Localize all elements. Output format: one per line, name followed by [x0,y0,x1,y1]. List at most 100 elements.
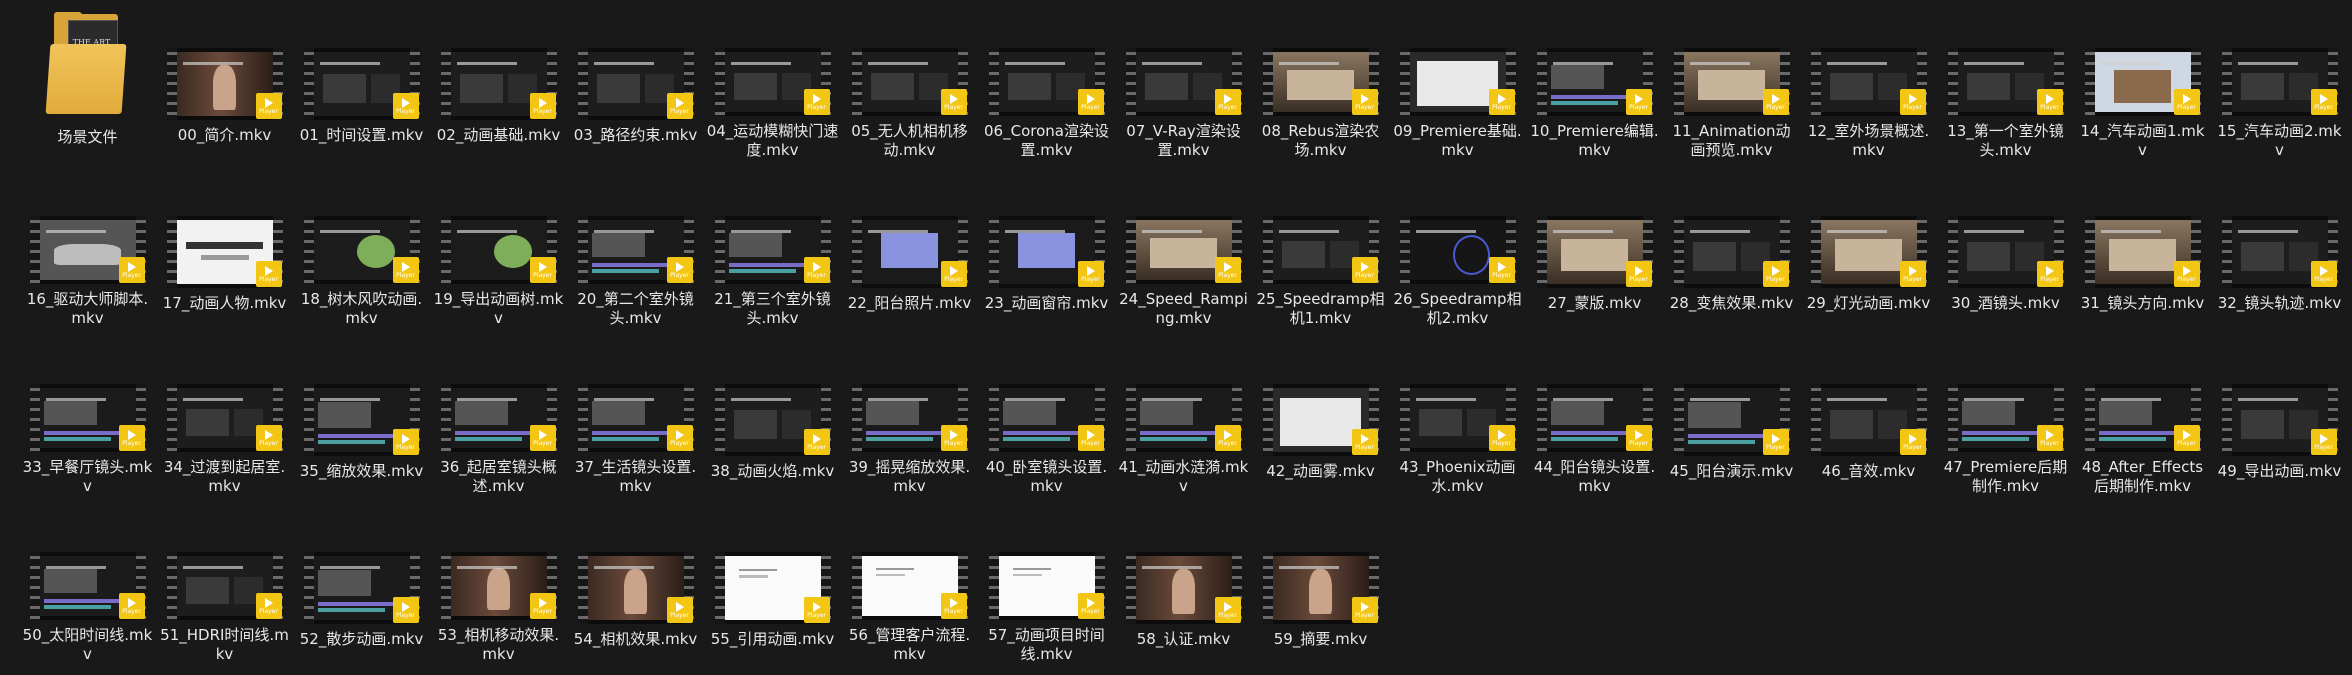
video-file-item[interactable]: Player 38_动画火焰.mkv [704,336,841,496]
video-file-item[interactable]: Player 14_汽车动画1.mkv [2074,0,2211,160]
video-thumbnail: Player [714,216,831,284]
player-badge-icon: Player [1077,593,1104,619]
video-file-item[interactable]: Player 27_蒙版.mkv [1526,168,1663,328]
video-file-item[interactable]: Player 49_导出动画.mkv [2211,336,2348,496]
video-file-item[interactable]: Player 07_V-Ray渲染设置.mkv [1115,0,1252,160]
video-file-item[interactable]: Player 57_动画项目时间线.mkv [978,504,1115,664]
video-file-item[interactable]: Player 30_酒镜头.mkv [1937,168,2074,328]
video-file-item[interactable]: Player 43_Phoenix动画水.mkv [1389,336,1526,496]
video-file-item[interactable]: Player 01_时间设置.mkv [293,0,430,160]
file-name-label: 15_汽车动画2.mkv [2217,122,2342,159]
video-file-item[interactable]: Player 40_卧室镜头设置.mkv [978,336,1115,496]
play-icon [1908,434,1917,444]
video-file-item[interactable]: Player 02_动画基础.mkv [430,0,567,160]
video-file-item[interactable]: Player 05_无人机相机移动.mkv [841,0,978,160]
player-badge-icon: Player [2036,425,2063,451]
video-thumbnail: Player [714,48,831,116]
video-file-item[interactable]: Player 22_阳台照片.mkv [841,168,978,328]
video-thumbnail: Player [1947,216,2064,288]
video-file-item[interactable]: Player 18_树木风吹动画.mkv [293,168,430,328]
file-name-label: 39_摇晃缩放效果.mkv [848,458,971,495]
player-badge-icon: Player [255,93,282,119]
video-thumbnail: Player [1125,384,1242,452]
player-badge-icon: Player [1351,429,1378,455]
play-icon [264,598,273,608]
video-thumbnail: Player [1125,216,1242,284]
video-file-item[interactable]: Player 39_摇晃缩放效果.mkv [841,336,978,496]
video-file-item[interactable]: Player 24_Speed_Ramping.mkv [1115,168,1252,328]
video-file-item[interactable]: Player 00_简介.mkv [156,0,293,160]
video-file-item[interactable]: Player 34_过渡到起居室.mkv [156,336,293,496]
video-file-item[interactable]: Player 56_管理客户流程.mkv [841,504,978,664]
video-file-item[interactable]: Player 52_散步动画.mkv [293,504,430,664]
video-file-item[interactable]: Player 08_Rebus渲染农场.mkv [1252,0,1389,160]
badge-label: Player [2177,440,2196,447]
player-badge-icon: Player [2036,261,2063,287]
video-file-item[interactable]: Player 23_动画窗帘.mkv [978,168,1115,328]
video-file-item[interactable]: Player 04_运动模糊快门速度.mkv [704,0,841,160]
video-file-item[interactable]: Player 28_变焦效果.mkv [1663,168,1800,328]
video-file-item[interactable]: Player 37_生活镜头设置.mkv [567,336,704,496]
video-file-item[interactable]: Player 16_驱动大师脚本.mkv [19,168,156,328]
video-file-item[interactable]: Player 48_After_Effects后期制作.mkv [2074,336,2211,496]
video-thumbnail: Player [166,216,283,288]
video-file-item[interactable]: Player 55_引用动画.mkv [704,504,841,664]
video-file-item[interactable]: Player 15_汽车动画2.mkv [2211,0,2348,160]
video-file-item[interactable]: Player 36_起居室镜头概述.mkv [430,336,567,496]
video-file-item[interactable]: Player 54_相机效果.mkv [567,504,704,664]
badge-label: Player [122,440,141,447]
video-file-item[interactable]: Player 33_早餐厅镜头.mkv [19,336,156,496]
video-thumbnail: Player [1536,48,1653,116]
file-name-label: 53_相机移动效果.mkv [437,626,560,663]
video-file-item[interactable]: Player 59_摘要.mkv [1252,504,1389,664]
video-file-item[interactable]: Player 11_Animation动画预览.mkv [1663,0,1800,160]
video-file-item[interactable]: Player 21_第三个室外镜头.mkv [704,168,841,328]
video-file-item[interactable]: Player 41_动画水涟漪.mkv [1115,336,1252,496]
file-name-label: 08_Rebus渲染农场.mkv [1261,122,1380,159]
video-file-item[interactable]: Player 47_Premiere后期制作.mkv [1937,336,2074,496]
video-file-item[interactable]: Player 53_相机移动效果.mkv [430,504,567,664]
video-file-item[interactable]: Player 20_第二个室外镜头.mkv [567,168,704,328]
video-thumbnail: Player [988,384,1105,452]
video-file-item[interactable]: Player 51_HDRI时间线.mkv [156,504,293,664]
video-file-item[interactable]: Player 13_第一个室外镜头.mkv [1937,0,2074,160]
badge-label: Player [1081,276,1100,283]
video-file-item[interactable]: Player 29_灯光动画.mkv [1800,168,1937,328]
badge-label: Player [1081,440,1100,447]
video-file-item[interactable]: Player 12_室外场景概述.mkv [1800,0,1937,160]
video-file-item[interactable]: Player 19_导出动画树.mkv [430,168,567,328]
player-badge-icon: Player [2173,261,2200,287]
play-icon [1771,266,1780,276]
badge-label: Player [1218,104,1237,111]
video-file-item[interactable]: Player 45_阳台演示.mkv [1663,336,1800,496]
video-file-item[interactable]: Player 10_Premiere编辑.mkv [1526,0,1663,160]
video-file-item[interactable]: Player 44_阳台镜头设置.mkv [1526,336,1663,496]
video-file-item[interactable]: Player 09_Premiere基础.mkv [1389,0,1526,160]
file-name-label: 00_简介.mkv [177,126,272,144]
video-thumbnail: Player [988,216,1105,288]
player-badge-icon: Player [1488,89,1515,115]
video-file-item[interactable]: Player 50_太阳时间线.mkv [19,504,156,664]
video-file-item[interactable]: Player 46_音效.mkv [1800,336,1937,496]
video-file-item[interactable]: Player 42_动画雾.mkv [1252,336,1389,496]
video-thumbnail: Player [988,48,1105,116]
folder-item[interactable]: THE ART OF ARCH VIZ 场景文件 [19,0,156,160]
file-name-label: 25_Speedramp相机1.mkv [1256,290,1385,327]
video-file-item[interactable]: Player 17_动画人物.mkv [156,168,293,328]
player-badge-icon: Player [1214,597,1241,623]
video-file-item[interactable]: Player 35_缩放效果.mkv [293,336,430,496]
video-thumbnail: Player [1125,48,1242,116]
video-thumbnail: Player [440,216,557,284]
video-thumbnail: Player [2221,384,2338,456]
video-file-item[interactable]: Player 03_路径约束.mkv [567,0,704,160]
video-file-item[interactable]: Player 31_镜头方向.mkv [2074,168,2211,328]
video-file-item[interactable]: Player 32_镜头轨迹.mkv [2211,168,2348,328]
video-file-item[interactable]: Player 26_Speedramp相机2.mkv [1389,168,1526,328]
player-badge-icon: Player [1077,89,1104,115]
video-file-item[interactable]: Player 58_认证.mkv [1115,504,1252,664]
player-badge-icon: Player [1762,429,1789,455]
play-icon [1086,598,1095,608]
video-file-item[interactable]: Player 06_Corona渲染设置.mkv [978,0,1115,160]
video-file-item[interactable]: Player 25_Speedramp相机1.mkv [1252,168,1389,328]
video-thumbnail: Player [1810,216,1927,288]
